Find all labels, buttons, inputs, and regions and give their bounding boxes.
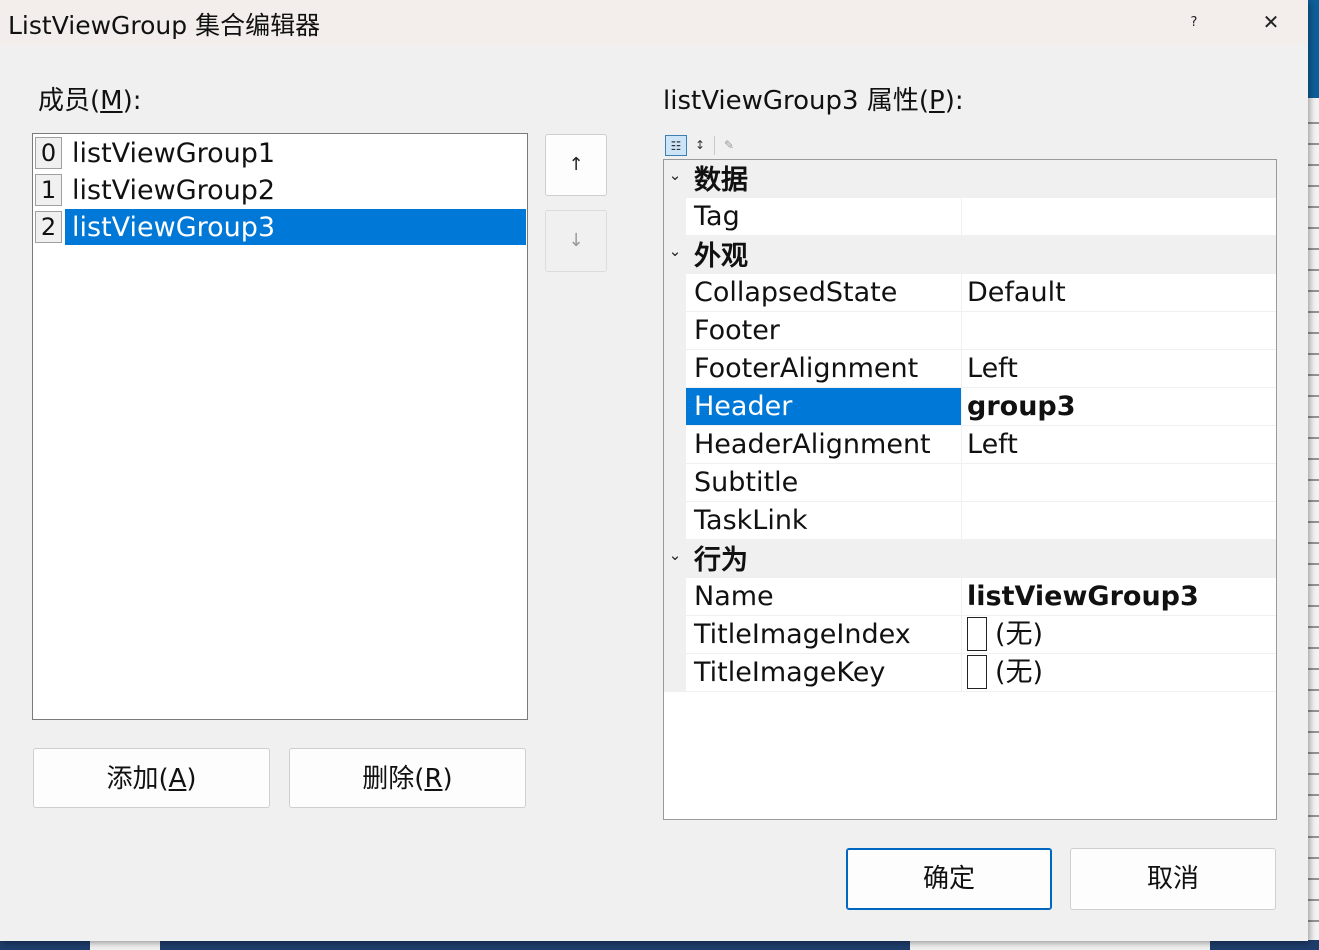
property-row-subtitle[interactable]: Subtitle xyxy=(664,464,1276,502)
close-button[interactable]: ✕ xyxy=(1248,0,1294,45)
property-row-header[interactable]: Header group3 xyxy=(664,388,1276,426)
property-name: Subtitle xyxy=(694,467,799,498)
category-name: 行为 xyxy=(694,545,748,576)
image-preview-swatch xyxy=(967,616,987,651)
chevron-down-icon[interactable]: ⌄ xyxy=(668,546,682,564)
image-preview-swatch xyxy=(967,654,987,689)
property-row-titleimageindex[interactable]: TitleImageIndex (无) xyxy=(664,616,1276,654)
property-value[interactable]: Left xyxy=(962,350,1276,387)
member-name: listViewGroup1 xyxy=(72,138,276,169)
properties-label: listViewGroup3 属性(P): xyxy=(663,86,964,116)
property-value[interactable] xyxy=(962,464,1276,501)
property-name: Footer xyxy=(694,315,780,346)
property-value[interactable]: Left xyxy=(962,426,1276,463)
wrench-icon[interactable]: ✎ xyxy=(718,135,740,156)
property-value[interactable]: listViewGroup3 xyxy=(962,578,1276,615)
member-name: listViewGroup3 xyxy=(72,212,276,243)
property-row-footeralignment[interactable]: FooterAlignment Left xyxy=(664,350,1276,388)
property-grid-toolbar: ☷ ↕ ✎ xyxy=(663,134,743,158)
move-up-button[interactable]: ↑ xyxy=(545,134,607,196)
property-row-headeralignment[interactable]: HeaderAlignment Left xyxy=(664,426,1276,464)
property-row-titleimagekey[interactable]: TitleImageKey (无) xyxy=(664,654,1276,692)
categorized-view-icon[interactable]: ☷ xyxy=(665,135,687,156)
cancel-button[interactable]: 取消 xyxy=(1070,848,1276,910)
remove-button[interactable]: 删除(R) xyxy=(289,748,526,808)
property-name: CollapsedState xyxy=(694,277,898,308)
property-value[interactable] xyxy=(962,502,1276,539)
property-value[interactable]: group3 xyxy=(962,388,1276,425)
category-behavior[interactable]: ⌄ 行为 xyxy=(664,540,1276,578)
members-label: 成员(M): xyxy=(38,86,142,116)
property-value[interactable] xyxy=(962,198,1276,235)
background-window-edge xyxy=(1308,0,1319,950)
members-list[interactable]: 0 listViewGroup1 1 listViewGroup2 2 list… xyxy=(32,133,528,720)
property-value[interactable]: (无) xyxy=(962,654,1276,691)
window-title: ListViewGroup 集合编辑器 xyxy=(8,11,321,40)
help-button[interactable]: ? xyxy=(1171,0,1217,45)
property-value[interactable]: Default xyxy=(962,274,1276,311)
category-name: 外观 xyxy=(694,241,748,272)
move-down-button[interactable]: ↓ xyxy=(545,210,607,272)
property-row-footer[interactable]: Footer xyxy=(664,312,1276,350)
chevron-down-icon[interactable]: ⌄ xyxy=(668,166,682,184)
property-row-name[interactable]: Name listViewGroup3 xyxy=(664,578,1276,616)
member-index: 1 xyxy=(35,174,62,206)
member-index: 2 xyxy=(35,211,62,243)
property-name: Header xyxy=(686,388,961,425)
title-bar[interactable]: ListViewGroup 集合编辑器 ? ✕ xyxy=(0,0,1308,45)
member-name: listViewGroup2 xyxy=(72,175,276,206)
property-name: HeaderAlignment xyxy=(694,429,931,460)
property-value-text: (无) xyxy=(995,657,1044,688)
property-row-collapsedstate[interactable]: CollapsedState Default xyxy=(664,274,1276,312)
category-name: 数据 xyxy=(694,165,748,196)
property-name: TaskLink xyxy=(694,505,808,536)
property-name: FooterAlignment xyxy=(694,353,919,384)
category-appearance[interactable]: ⌄ 外观 xyxy=(664,236,1276,274)
chevron-down-icon[interactable]: ⌄ xyxy=(668,242,682,260)
member-index: 0 xyxy=(35,137,62,169)
alphabetical-sort-icon[interactable]: ↕ xyxy=(689,135,711,156)
property-name: TitleImageIndex xyxy=(694,619,911,650)
collection-editor-dialog: ListViewGroup 集合编辑器 ? ✕ 成员(M): 0 listVie… xyxy=(0,0,1308,941)
property-value[interactable] xyxy=(962,312,1276,349)
ok-button[interactable]: 确定 xyxy=(846,848,1052,910)
property-name: Name xyxy=(694,581,774,612)
background-window-bottom-edge xyxy=(0,940,1319,950)
category-data[interactable]: ⌄ 数据 xyxy=(664,160,1276,198)
property-row-tag[interactable]: Tag xyxy=(664,198,1276,236)
member-item-0[interactable]: 0 listViewGroup1 xyxy=(34,135,526,171)
member-item-2[interactable]: 2 listViewGroup3 xyxy=(34,209,526,245)
member-item-1[interactable]: 1 listViewGroup2 xyxy=(34,172,526,208)
property-row-tasklink[interactable]: TaskLink xyxy=(664,502,1276,540)
property-value-text: (无) xyxy=(995,619,1044,650)
property-value[interactable]: (无) xyxy=(962,616,1276,653)
add-button[interactable]: 添加(A) xyxy=(33,748,270,808)
property-name: TitleImageKey xyxy=(694,657,886,688)
property-grid[interactable]: ⌄ 数据 Tag ⌄ 外观 CollapsedState Default Foo… xyxy=(663,159,1277,820)
property-name: Tag xyxy=(694,201,740,232)
